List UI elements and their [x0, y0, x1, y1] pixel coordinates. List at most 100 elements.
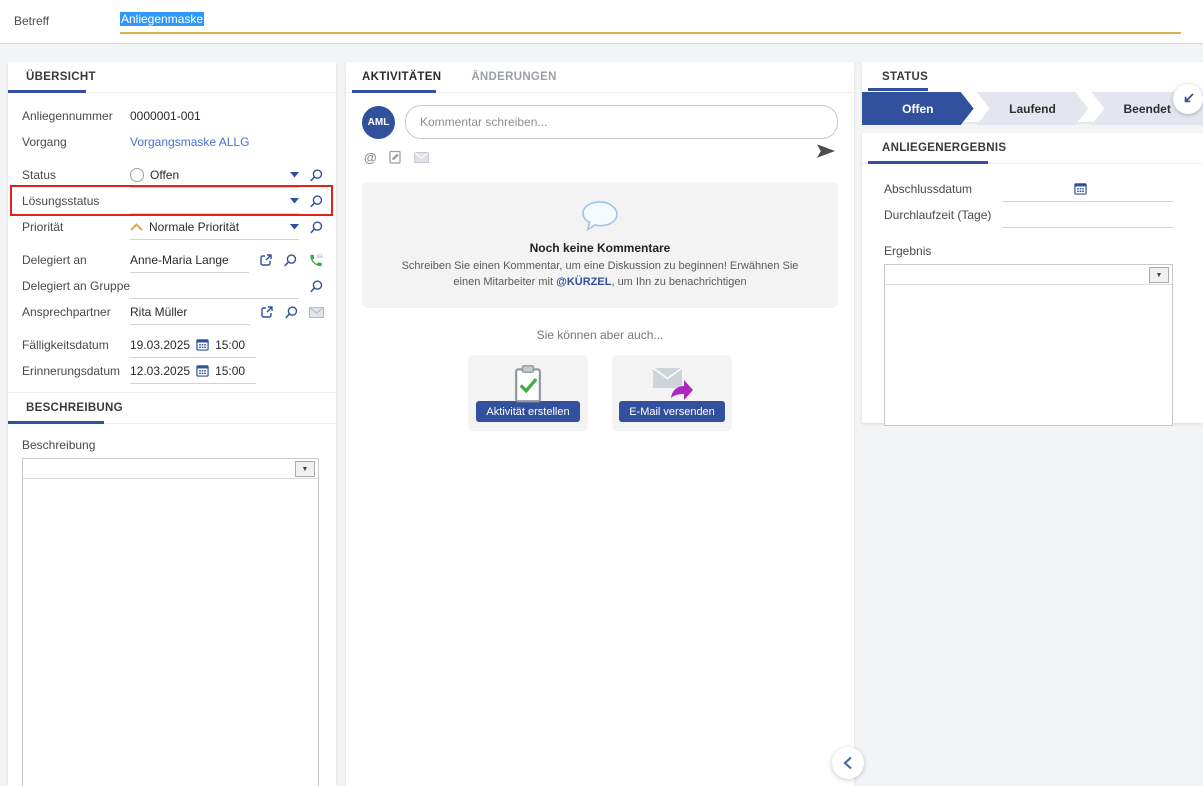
prioritaet-field[interactable]: Normale Priorität: [130, 215, 299, 240]
quick-actions: Aktivität erstellen E-Mail versenden: [346, 355, 854, 431]
ergebnis-label: Ergebnis: [862, 228, 1203, 264]
comment-input[interactable]: [405, 105, 838, 139]
loesungsstatus-field[interactable]: [130, 189, 299, 214]
status-panel: STATUS Offen Laufend Beendet: [862, 62, 1203, 122]
beschreibung-label: Beschreibung: [8, 424, 336, 458]
vorgang-link[interactable]: Vorgangsmaske ALLG: [130, 135, 249, 149]
tab-status[interactable]: STATUS: [882, 71, 928, 83]
field-label: Lösungsstatus: [22, 194, 130, 208]
field-label: Durchlaufzeit (Tage): [884, 208, 1002, 222]
field-label: Vorgang: [22, 135, 130, 149]
dropdown-button[interactable]: ▼: [295, 461, 315, 477]
subject-label: Betreff: [14, 14, 49, 28]
faelligkeitsdatum-field[interactable]: 19.03.2025 15:00: [130, 333, 256, 358]
search-icon[interactable]: [309, 279, 324, 294]
also-text: Sie können aber auch...: [346, 328, 854, 342]
field-row-faelligkeitsdatum: Fälligkeitsdatum 19.03.2025 15:00: [22, 332, 324, 358]
result-tabhead: ANLIEGENERGEBNIS: [862, 133, 1203, 164]
empty-state-title: Noch keine Kommentare: [530, 241, 671, 255]
step-laufend[interactable]: Laufend: [977, 92, 1089, 125]
arrow-down-left-icon: [1180, 91, 1196, 107]
status-steps: Offen Laufend Beendet: [862, 92, 1203, 125]
field-row-durchlaufzeit: Durchlaufzeit (Tage): [884, 202, 1173, 228]
open-record-icon[interactable]: [259, 253, 273, 267]
comment-composer: AML: [346, 93, 854, 139]
field-row-vorgang: Vorgang Vorgangsmaske ALLG: [22, 129, 324, 155]
delegiert-an-value: Anne-Maria Lange: [130, 253, 229, 267]
calendar-icon[interactable]: [196, 338, 209, 351]
ergebnis-toolbar: ▼: [885, 265, 1172, 285]
priority-normal-icon: [130, 223, 143, 231]
send-icon[interactable]: [816, 143, 836, 162]
chevron-left-icon: [843, 756, 853, 770]
phone-icon[interactable]: [308, 253, 324, 268]
active-tab-indicator: [868, 161, 988, 164]
ansprechpartner-value: Rita Müller: [130, 305, 187, 319]
step-offen[interactable]: Offen: [862, 92, 974, 125]
tab-beschreibung[interactable]: BESCHREIBUNG: [26, 402, 123, 414]
search-icon[interactable]: [283, 253, 298, 268]
calendar-icon[interactable]: [1074, 182, 1087, 195]
chevron-down-icon[interactable]: [290, 198, 299, 204]
shrink-panel-button[interactable]: [1173, 84, 1203, 114]
status-radio-icon: [130, 168, 144, 182]
result-panel: ANLIEGENERGEBNIS Abschlussdatum Durchlau…: [862, 133, 1203, 423]
status-field[interactable]: Offen: [130, 163, 299, 188]
durchlaufzeit-field[interactable]: [1002, 203, 1173, 228]
search-icon[interactable]: [309, 194, 324, 209]
field-label: Priorität: [22, 220, 130, 234]
field-label: Status: [22, 168, 130, 182]
dropdown-button[interactable]: ▼: [1149, 267, 1169, 283]
delegiert-an-field[interactable]: Anne-Maria Lange: [130, 248, 249, 273]
activities-tabbar: AKTIVITÄTEN ÄNDERUNGEN: [346, 62, 854, 93]
ansprechpartner-field[interactable]: Rita Müller: [130, 300, 250, 325]
ergebnis-textarea[interactable]: ▼: [884, 264, 1173, 426]
result-fields: Abschlussdatum Durchlaufzeit (Tage): [862, 164, 1203, 228]
clipboard-check-icon: [468, 363, 588, 405]
field-row-ansprechpartner: Ansprechpartner Rita Müller: [22, 299, 324, 325]
field-label: Fälligkeitsdatum: [22, 338, 130, 352]
calendar-icon[interactable]: [196, 364, 209, 377]
beschreibung-toolbar: ▼: [23, 459, 318, 479]
delegiert-an-gruppe-field[interactable]: [130, 274, 299, 299]
abschlussdatum-field[interactable]: [1002, 177, 1173, 202]
tab-aktivitaeten[interactable]: AKTIVITÄTEN: [362, 71, 441, 83]
tab-uebersicht[interactable]: ÜBERSICHT: [26, 71, 96, 83]
active-tab-indicator: [8, 90, 86, 93]
subject-input[interactable]: Anliegenmaske: [120, 7, 1181, 34]
status-tabhead: STATUS: [862, 62, 1203, 89]
search-icon[interactable]: [309, 220, 324, 235]
chevron-down-icon[interactable]: [290, 224, 299, 230]
email-icon[interactable]: [309, 307, 324, 318]
field-row-loesungsstatus: Lösungsstatus: [22, 188, 324, 214]
beschreibung-value[interactable]: [23, 479, 318, 786]
beschreibung-textarea[interactable]: ▼: [22, 458, 319, 786]
mention-icon[interactable]: @: [364, 150, 377, 165]
ergebnis-value[interactable]: [885, 285, 1172, 425]
avatar: AML: [362, 106, 395, 139]
field-label: Erinnerungsdatum: [22, 364, 130, 378]
send-email-button[interactable]: E-Mail versenden: [619, 401, 725, 422]
mail-forward-icon: [612, 367, 732, 401]
field-label: Ansprechpartner: [22, 305, 130, 319]
mail-icon[interactable]: [414, 152, 429, 163]
open-record-icon[interactable]: [260, 305, 274, 319]
tab-aenderungen[interactable]: ÄNDERUNGEN: [471, 71, 556, 83]
field-label: Delegiert an: [22, 253, 130, 267]
empty-state-text: Schreiben Sie einen Kommentar, um eine D…: [392, 259, 808, 291]
field-row-erinnerungsdatum: Erinnerungsdatum 12.03.2025 15:00: [22, 358, 324, 384]
search-icon[interactable]: [309, 168, 324, 183]
erinnerungsdatum-field[interactable]: 12.03.2025 15:00: [130, 359, 256, 384]
search-icon[interactable]: [284, 305, 299, 320]
field-row-prioritaet: Priorität Normale Priorität: [22, 214, 324, 240]
overview-fields: Anliegennummer 0000001-001 Vorgang Vorga…: [8, 93, 336, 384]
subject-bar: Betreff Anliegenmaske: [0, 0, 1203, 44]
field-label: Abschlussdatum: [884, 182, 1002, 196]
note-icon[interactable]: [389, 150, 402, 164]
send-email-card: E-Mail versenden: [612, 355, 732, 431]
prioritaet-value: Normale Priorität: [149, 220, 239, 234]
tab-anliegenergebnis[interactable]: ANLIEGENERGEBNIS: [882, 142, 1006, 154]
chevron-down-icon[interactable]: [290, 172, 299, 178]
collapse-panel-button[interactable]: [832, 747, 864, 779]
no-comments-card: Noch keine Kommentare Schreiben Sie eine…: [362, 182, 838, 308]
